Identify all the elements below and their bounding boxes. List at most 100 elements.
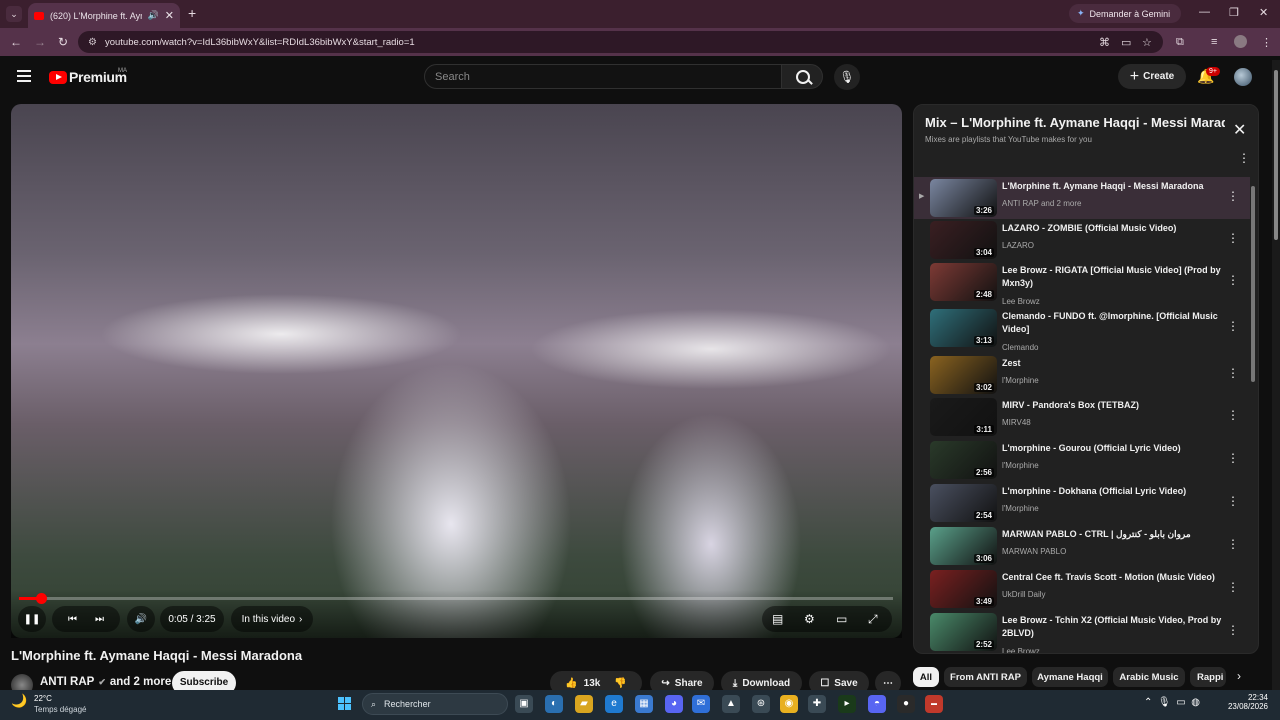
playlist-item-title[interactable]: Central Cee ft. Travis Scott - Motion (M… [1002,571,1222,584]
back-icon[interactable]: ← [10,35,22,49]
playlist-item[interactable]: 2:48 Lee Browz - RIGATA [Official Music V… [914,261,1250,306]
chat-icon[interactable]: ◓ [868,695,886,713]
playlist-item[interactable]: 3:02 Zest l'Morphine ⋮ [914,354,1250,396]
playlist-item-title[interactable]: MIRV - Pandora's Box (TETBAZ) [1002,399,1222,412]
video-thumbnail[interactable]: 2:54 [930,484,997,522]
profile-avatar[interactable] [1234,35,1247,48]
playlist-item[interactable]: 3:13 Clemando - FUNDO ft. @lmorphine. [Of… [914,307,1250,352]
system-tray[interactable]: ⌃ 🎙 ▭ ◍ [1144,697,1200,708]
gemini-button[interactable]: ✦ Demander à Gemini [1069,4,1181,23]
playlist-item[interactable]: 3:04 LAZARO - ZOMBIE (Official Music Vide… [914,219,1250,261]
file-explorer-icon[interactable]: ▰ [575,695,593,713]
video-thumbnail[interactable]: 3:02 [930,356,997,394]
playlist-item-title[interactable]: Zest [1002,357,1222,370]
new-tab-icon[interactable]: + [188,5,196,21]
playlist-item-title[interactable]: L'morphine - Dokhana (Official Lyric Vid… [1002,485,1222,498]
volume-button[interactable]: 🔊 [127,606,155,632]
close-window-icon[interactable]: ✕ [1259,6,1268,19]
video-player[interactable] [11,104,902,638]
like-count[interactable]: 13k [584,678,601,689]
copilot-icon[interactable]: ◐ [545,695,563,713]
previous-icon[interactable]: ⏮ [68,614,77,625]
create-button[interactable]: + Create [1118,64,1186,89]
taskbar-clock[interactable]: 22:34 23/08/2026 [1212,693,1268,711]
item-more-icon[interactable]: ⋮ [1227,580,1239,594]
playlist-item[interactable]: 2:52 Lee Browz - Tchin X2 (Official Music… [914,611,1250,653]
windows-start-icon[interactable] [338,697,352,711]
steam-icon[interactable]: ⊛ [752,695,770,713]
chip-from-channel[interactable]: From ANTI RAP [944,667,1027,687]
close-tab-icon[interactable]: ✕ [165,9,174,22]
close-playlist-icon[interactable]: ✕ [1233,120,1246,140]
video-thumbnail[interactable]: 3:04 [930,221,997,259]
address-bar[interactable]: ⚙ youtube.com/watch?v=IdL36bibWxY&list=R… [78,31,1163,53]
page-scroll-thumb[interactable] [1274,70,1278,240]
playlist-item-title[interactable]: Lee Browz - RIGATA [Official Music Video… [1002,264,1222,290]
chips-next-icon[interactable]: › [1237,669,1241,683]
taskbar-search[interactable]: ⌕ Rechercher [362,693,508,715]
video-thumbnail[interactable]: 2:48 [930,263,997,301]
item-more-icon[interactable]: ⋮ [1227,319,1239,333]
video-thumbnail[interactable]: 2:56 [930,441,997,479]
minimize-icon[interactable]: — [1199,6,1210,18]
reading-list-icon[interactable]: ≡ [1211,36,1217,48]
mail-icon[interactable]: ✉ [692,695,710,713]
item-more-icon[interactable]: ⋮ [1227,494,1239,508]
store-icon[interactable]: ▦ [635,695,653,713]
extensions-icon[interactable]: ⧉ [1176,36,1184,49]
video-thumbnail[interactable]: 3:11 [930,398,997,436]
playlist-item[interactable]: 2:54 L'morphine - Dokhana (Official Lyric… [914,482,1250,524]
playlist-scrollbar[interactable] [1251,186,1255,382]
item-more-icon[interactable]: ⋮ [1227,231,1239,245]
weather-moon-icon[interactable]: 🌙 [11,693,27,709]
site-info-icon[interactable]: ⚙ [88,37,97,48]
page-scrollbar[interactable] [1272,60,1280,690]
bookmark-star-icon[interactable]: ☆ [1142,36,1152,49]
speaker-icon[interactable]: 🔊 [148,10,159,21]
search-button[interactable] [781,64,823,89]
chrome-icon[interactable]: ◉ [780,695,798,713]
cast-icon[interactable]: ▭ [1121,36,1131,49]
playlist-item[interactable]: 2:56 L'morphine - Gourou (Official Lyric … [914,439,1250,481]
media-icon[interactable]: ▬ [925,695,943,713]
playlist-item[interactable]: 3:49 Central Cee ft. Travis Scott - Motio… [914,568,1250,610]
playlist-item[interactable]: 3:06 MARWAN PABLO - CTRL | مروان بابلو - … [914,525,1250,567]
translate-icon[interactable]: ⌘ [1099,36,1110,49]
playlist-item[interactable]: 3:11 MIRV - Pandora's Box (TETBAZ) MIRV48 ⋮ [914,396,1250,438]
search-input[interactable]: Search [424,64,782,89]
playlist-more-icon[interactable]: ⋮ [1238,151,1250,165]
fullscreen-icon[interactable]: ⤢ [868,612,878,627]
photos-icon[interactable]: ▲ [722,695,740,713]
maximize-icon[interactable]: ❐ [1229,6,1239,19]
item-more-icon[interactable]: ⋮ [1227,366,1239,380]
channel-info[interactable]: ANTI RAP ✔ and 2 more [40,676,171,688]
channel-more[interactable]: and 2 more [110,676,171,688]
chip-rapping[interactable]: Rappi [1190,667,1226,687]
item-more-icon[interactable]: ⋮ [1227,189,1239,203]
reload-icon[interactable]: ↻ [58,35,68,49]
chip-arabic-music[interactable]: Arabic Music [1113,667,1185,687]
pause-button[interactable]: ❚❚ [18,606,46,632]
video-thumbnail[interactable]: 2:52 [930,613,997,651]
item-more-icon[interactable]: ⋮ [1227,451,1239,465]
dislike-icon[interactable]: 👎 [614,678,626,689]
playlist-item-title[interactable]: Lee Browz - Tchin X2 (Official Music Vid… [1002,614,1222,640]
task-view-icon[interactable]: ▣ [515,695,533,713]
item-more-icon[interactable]: ⋮ [1227,273,1239,287]
channel-name[interactable]: ANTI RAP [40,676,94,688]
playlist-item[interactable]: ▶ 3:26 L'Morphine ft. Aymane Haqqi - Messi… [914,177,1250,219]
video-thumbnail[interactable]: 3:13 [930,309,997,347]
browser-menu-icon[interactable]: ⋮ [1261,36,1272,49]
tab-list-icon[interactable]: ⌄ [6,6,22,22]
hamburger-menu-icon[interactable] [17,70,31,82]
settings-gear-icon[interactable]: ⚙ [804,612,815,626]
in-this-video-button[interactable]: In this video › [231,606,313,632]
item-more-icon[interactable]: ⋮ [1227,537,1239,551]
browser-tab[interactable]: (620) L'Morphine ft. Aymane Haqqi - Mess… [28,3,180,28]
video-thumbnail[interactable]: 3:49 [930,570,997,608]
forward-icon[interactable]: → [34,35,46,49]
video-thumbnail[interactable]: 3:26 [930,179,997,217]
youtube-premium-logo[interactable]: Premium MA [49,68,127,85]
theater-mode-icon[interactable]: ▭ [836,612,847,626]
chip-aymane-haqqi[interactable]: Aymane Haqqi [1032,667,1108,687]
